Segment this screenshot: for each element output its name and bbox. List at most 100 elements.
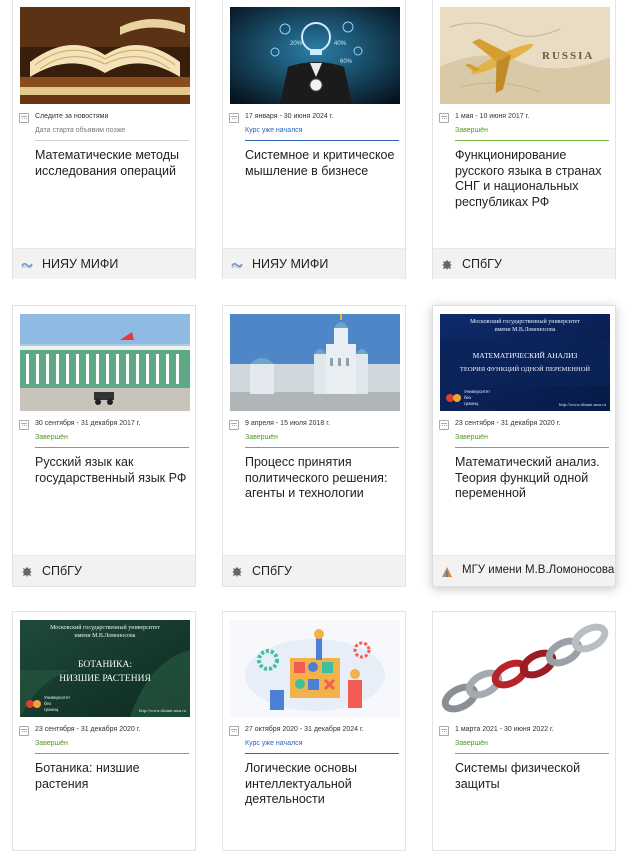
course-image-logic-illustration[interactable] <box>230 620 400 717</box>
banner-logo-line1: Университет <box>464 389 490 394</box>
spbu-crest-icon <box>21 565 33 577</box>
course-dates-row: 1 мая - 10 июня 2017 г. <box>439 113 611 125</box>
calendar-icon <box>439 113 449 123</box>
banner-logo-line1: Университет <box>44 695 70 700</box>
banner-university-line2: имени М.В.Ломоносова <box>495 327 556 333</box>
status-divider <box>35 753 189 754</box>
banner-logo-line3: границ <box>44 707 59 712</box>
course-status: Завершён <box>455 127 488 134</box>
course-dates: 17 января - 30 июня 2024 г. <box>245 113 334 120</box>
course-dates-row: 23 сентября - 31 декабря 2020 г. <box>19 726 191 738</box>
banner-university-line2: имени М.В.Ломоносова <box>75 633 136 639</box>
university-name: СПбГУ <box>462 257 502 271</box>
course-image-chain-links[interactable] <box>440 620 610 717</box>
course-university[interactable]: СПбГУ <box>223 555 405 586</box>
course-image-winter-palace[interactable] <box>20 314 190 411</box>
course-title[interactable]: Системы физической защиты <box>455 761 615 792</box>
course-dates-row: 1 марта 2021 - 30 июня 2022 г. <box>439 726 611 738</box>
course-dates-row: Следите за новостями <box>19 113 191 125</box>
status-divider <box>455 140 609 141</box>
msu-logo-icon <box>441 565 453 577</box>
course-card[interactable]: Следите за новостями Дата старта объявим… <box>12 0 196 279</box>
calendar-icon <box>439 726 449 736</box>
course-dates: 1 мая - 10 июня 2017 г. <box>455 113 530 120</box>
course-dates: 30 сентября - 31 декабря 2017 г. <box>35 420 141 427</box>
course-dates-row: 9 апреля - 15 июля 2018 г. <box>229 420 401 432</box>
university-name: МГУ имени М.В.Ломоносова <box>462 564 615 576</box>
banner-title-line2: НИЗШИЕ РАСТЕНИЯ <box>59 674 151 684</box>
course-dates: 23 сентября - 31 декабря 2020 г. <box>455 420 561 427</box>
course-image-business-person[interactable]: 20% 40% 60% <box>230 7 400 104</box>
status-divider <box>245 447 399 448</box>
university-name: НИЯУ МИФИ <box>42 257 119 271</box>
course-title[interactable]: Функционирование русского языка в страна… <box>455 148 615 210</box>
course-university[interactable]: НИЯУ МИФИ <box>223 248 405 279</box>
course-status: Завершён <box>245 434 278 441</box>
status-divider <box>35 140 189 141</box>
svg-text:60%: 60% <box>340 59 353 65</box>
course-dates-row: 30 сентября - 31 декабря 2017 г. <box>19 420 191 432</box>
course-university[interactable]: НИЯУ МИФИ <box>13 248 195 279</box>
mephi-logo-icon <box>21 258 33 270</box>
svg-text:40%: 40% <box>334 41 347 47</box>
course-title[interactable]: Логические основы интеллектуальной деяте… <box>245 761 405 808</box>
course-title[interactable]: Русский язык как государственный язык РФ <box>35 455 195 486</box>
course-image-msu-math-banner[interactable]: Московский государственный университет и… <box>440 314 610 411</box>
course-dates: Следите за новостями <box>35 113 109 120</box>
course-status: Дата старта объявим позже <box>35 127 126 134</box>
course-university[interactable]: СПбГУ <box>13 555 195 586</box>
course-image-books[interactable] <box>20 7 190 104</box>
course-dates-row: 17 января - 30 июня 2024 г. <box>229 113 401 125</box>
calendar-icon <box>229 420 239 430</box>
mephi-logo-icon <box>231 258 243 270</box>
banner-title-line1: МАТЕМАТИЧЕСКИЙ АНАЛИЗ <box>473 351 578 360</box>
course-dates: 9 апреля - 15 июля 2018 г. <box>245 420 330 427</box>
course-title[interactable]: Системное и критическое мышление в бизне… <box>245 148 405 179</box>
calendar-icon <box>19 420 29 430</box>
university-name: СПбГУ <box>42 564 82 578</box>
course-dates: 23 сентября - 31 декабря 2020 г. <box>35 726 141 733</box>
banner-title-line1: БОТАНИКА: <box>78 660 132 670</box>
course-university[interactable]: МГУ имени М.В.Ломоносова <box>433 555 615 586</box>
course-card[interactable]: Московский государственный университет и… <box>432 305 616 587</box>
university-name: СПбГУ <box>252 564 292 578</box>
course-card[interactable]: 1 марта 2021 - 30 июня 2022 г. Завершён … <box>432 611 616 851</box>
calendar-icon <box>19 113 29 123</box>
course-card[interactable]: 30 сентября - 31 декабря 2017 г. Завершё… <box>12 305 196 587</box>
status-divider <box>245 753 399 754</box>
course-card[interactable]: RUSSIA 1 мая - 10 июня 2017 г. Завершён … <box>432 0 616 279</box>
course-status: Завершён <box>35 740 68 747</box>
course-card[interactable]: 20% 40% 60% 17 января - 30 июня 2024 г. … <box>222 0 406 279</box>
spbu-crest-icon <box>231 565 243 577</box>
spbu-crest-icon <box>441 258 453 270</box>
course-status: Курс уже начался <box>245 740 303 747</box>
banner-logo-line2: без <box>464 395 471 400</box>
course-title[interactable]: Процесс принятия политического решения: … <box>245 455 405 502</box>
university-name: НИЯУ МИФИ <box>252 257 329 271</box>
calendar-icon <box>229 726 239 736</box>
course-university[interactable]: СПбГУ <box>433 248 615 279</box>
calendar-icon <box>439 420 449 430</box>
course-status: Завершён <box>35 434 68 441</box>
course-card[interactable]: 27 октября 2020 - 31 декабря 2024 г. Кур… <box>222 611 406 851</box>
course-image-msu-botany-banner[interactable]: Московский государственный университет и… <box>20 620 190 717</box>
banner-logo-line3: границ <box>464 401 479 406</box>
course-dates: 1 марта 2021 - 30 июня 2022 г. <box>455 726 554 733</box>
status-divider <box>35 447 189 448</box>
map-label: RUSSIA <box>542 50 594 62</box>
status-divider <box>455 447 609 448</box>
course-card[interactable]: 9 апреля - 15 июля 2018 г. Завершён Проц… <box>222 305 406 587</box>
banner-university-line1: Московский государственный университет <box>470 318 580 325</box>
course-card[interactable]: Московский государственный университет и… <box>12 611 196 851</box>
banner-site: http://www.distant.msu.ru <box>139 708 187 713</box>
calendar-icon <box>19 726 29 736</box>
course-status: Завершён <box>455 740 488 747</box>
banner-title-line2: ТЕОРИЯ ФУНКЦИЙ ОДНОЙ ПЕРЕМЕННОЙ <box>460 365 590 373</box>
calendar-icon <box>229 113 239 123</box>
course-title[interactable]: Математический анализ. Теория функций од… <box>455 455 615 502</box>
course-image-smolny-cathedral[interactable] <box>230 314 400 411</box>
course-image-airplane-map[interactable]: RUSSIA <box>440 7 610 104</box>
course-title[interactable]: Математические методы исследования опера… <box>35 148 195 179</box>
course-title[interactable]: Ботаника: низшие растения <box>35 761 195 792</box>
status-divider <box>455 753 609 754</box>
